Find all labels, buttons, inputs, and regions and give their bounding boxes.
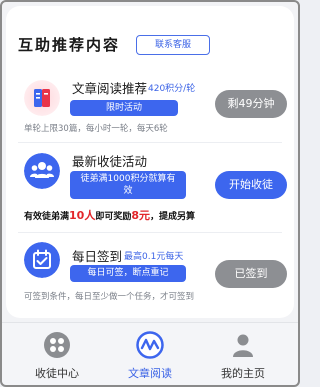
book-icon xyxy=(24,80,60,116)
task-note: 单轮上限30篇，每小时一轮，每天6轮 xyxy=(24,124,168,134)
task-note: 可签到条件，每日至少做一个任务，才可签到 xyxy=(24,292,195,302)
calendar-icon xyxy=(24,242,60,278)
task-reward: 最高0.1元每天 xyxy=(124,252,184,262)
tab-article-reading[interactable]: 文章阅读 xyxy=(105,331,195,381)
card-header: 互助推荐内容 联系客服 xyxy=(18,32,282,58)
task-name: 每日签到 xyxy=(72,249,123,264)
tab-my-home[interactable]: 我的主页 xyxy=(198,331,288,381)
tab-recruit-center[interactable]: 收徒中心 xyxy=(12,331,102,381)
warn-suffix: ，提成另算 xyxy=(150,212,196,222)
warn-count: 10人 xyxy=(69,209,96,222)
tab-label: 收徒中心 xyxy=(35,367,79,380)
read-wave-icon xyxy=(136,331,164,359)
warn-prefix: 有效徒弟满 xyxy=(24,212,70,222)
checkin-rule-badge: 每日可签，断点重记 xyxy=(70,265,186,282)
warn-amount: 8元 xyxy=(131,209,150,222)
contact-support-button[interactable]: 联系客服 xyxy=(136,35,210,55)
recruit-condition-badge: 徒弟满1000积分就算有 效 xyxy=(70,171,186,199)
apps-icon xyxy=(44,332,70,358)
task-reward: 420积分/轮 xyxy=(148,84,196,94)
card-title: 互助推荐内容 xyxy=(18,36,121,54)
checked-in-button[interactable]: 已签到 xyxy=(215,260,287,288)
task-article-reading: 文章阅读推荐 420积分/轮 限时活动 剩49分钟 单轮上限30篇，每小时一轮，… xyxy=(18,76,287,138)
task-recruit: 最新收徒活动 徒弟满1000积分就算有 效 开始收徒 有效徒弟满10人即可奖励8… xyxy=(18,149,287,229)
countdown-button[interactable]: 剩49分钟 xyxy=(215,90,287,118)
tab-label: 我的主页 xyxy=(221,367,265,380)
divider xyxy=(18,142,282,143)
bottom-tab-bar: 收徒中心 文章阅读 我的主页 xyxy=(2,322,298,385)
recruit-condition-line-2: 效 xyxy=(123,186,133,196)
recruit-reward-text: 有效徒弟满10人即可奖励8元，提成另算 xyxy=(24,207,195,223)
start-recruit-button[interactable]: 开始收徒 xyxy=(215,171,287,199)
group-icon xyxy=(24,153,60,189)
task-daily-checkin: 每日签到 最高0.1元每天 每日可签，断点重记 已签到 可签到条件，每日至少做一… xyxy=(18,238,287,308)
task-name: 文章阅读推荐 xyxy=(72,81,148,96)
user-icon xyxy=(233,334,253,357)
divider xyxy=(18,232,282,233)
task-name: 最新收徒活动 xyxy=(72,154,148,169)
recommend-card: 互助推荐内容 联系客服 文章阅读推荐 420积分/轮 限时活动 剩49分钟 单轮… xyxy=(6,6,294,318)
recruit-condition-line-1: 徒弟满1000积分就算有 xyxy=(80,174,176,184)
limited-event-badge: 限时活动 xyxy=(70,100,178,116)
warn-middle: 即可奖励 xyxy=(95,212,132,222)
tab-label: 文章阅读 xyxy=(128,367,172,380)
